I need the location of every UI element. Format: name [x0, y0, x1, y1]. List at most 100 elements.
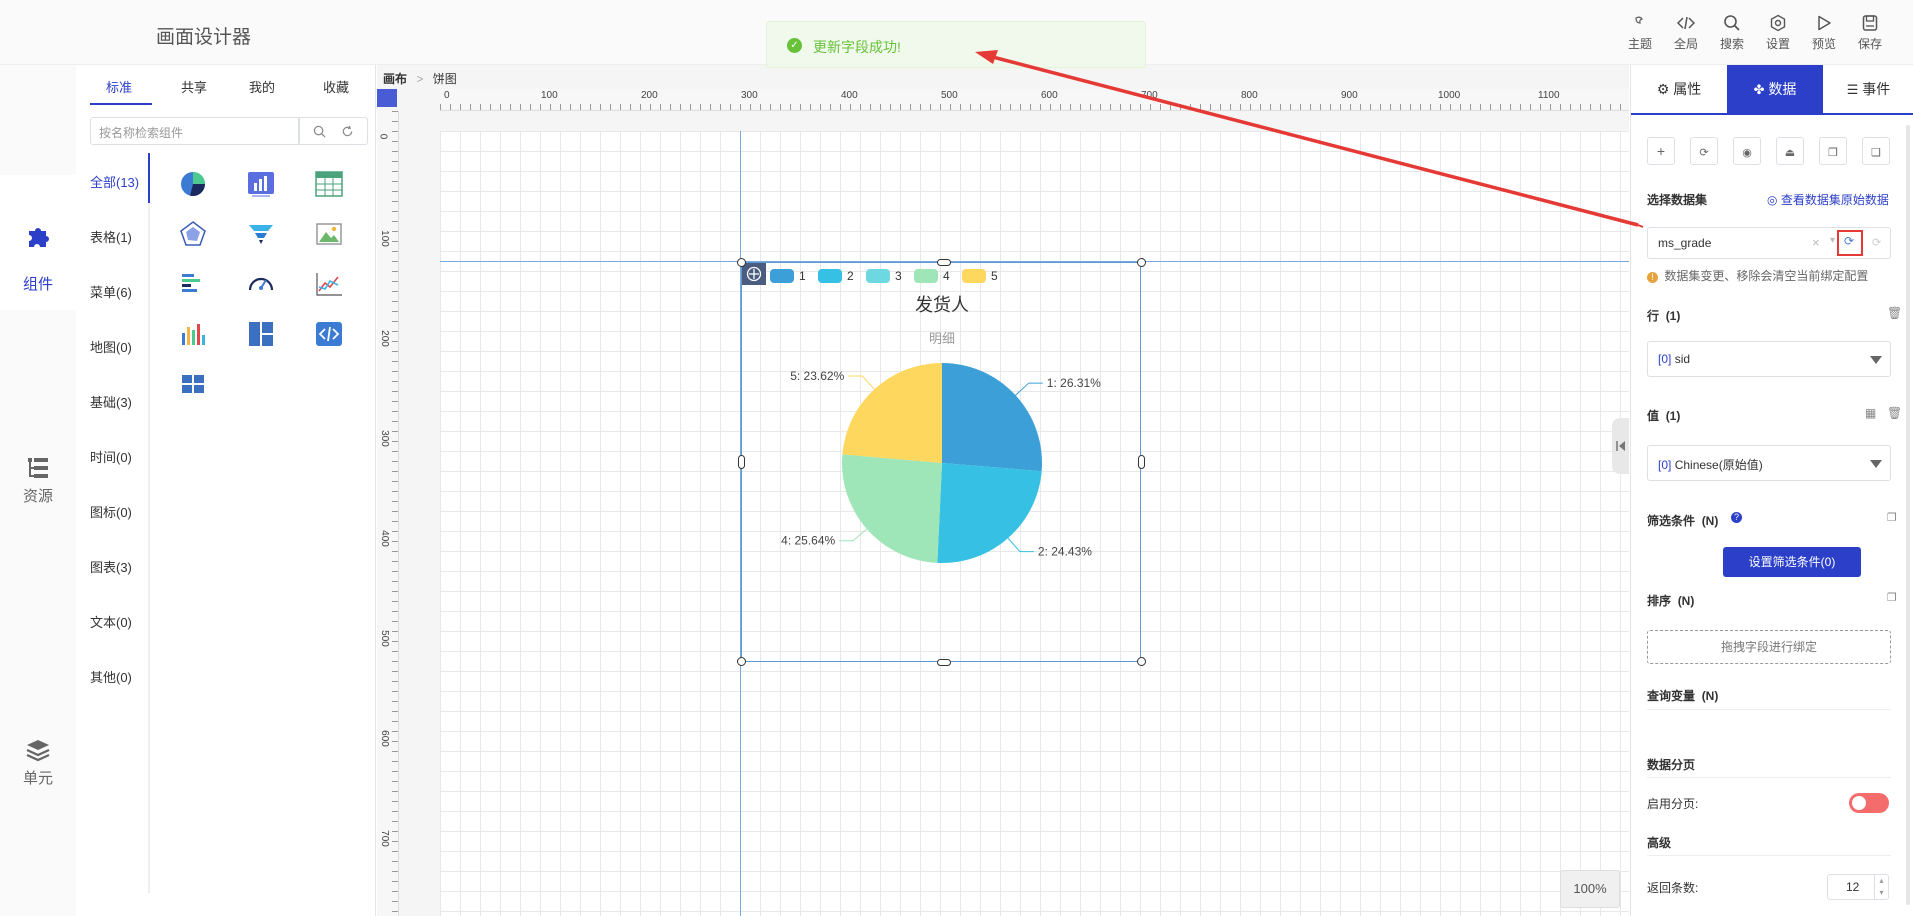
refresh-button[interactable]: ⟳ — [1690, 137, 1718, 165]
nav-units-label: 单元 — [22, 770, 53, 787]
tab-properties[interactable]: ⚙ 属性 — [1631, 65, 1727, 113]
search-button[interactable]: 搜索 — [1712, 14, 1752, 52]
tab-favorites[interactable]: 收藏 — [323, 77, 349, 96]
legend-swatch — [866, 269, 890, 283]
resize-handle-s[interactable] — [937, 659, 951, 666]
category-other[interactable]: 其他(0) — [90, 667, 132, 686]
category-time[interactable]: 时间(0) — [90, 447, 132, 466]
funnel-chart-icon[interactable] — [246, 219, 276, 249]
save-button[interactable]: 保存 — [1850, 14, 1890, 52]
value-field-select[interactable]: [0] Chinese(原始值) — [1647, 445, 1891, 481]
set-filter-button[interactable]: 设置筛选条件(0) — [1723, 547, 1861, 577]
field-drop-zone[interactable]: 拖拽字段进行绑定 — [1647, 630, 1891, 664]
enable-paging-toggle[interactable] — [1849, 793, 1889, 813]
table-icon[interactable] — [314, 169, 344, 199]
column-chart-icon[interactable] — [178, 319, 208, 349]
help-icon[interactable]: ? — [1731, 512, 1742, 523]
scrollbar[interactable] — [1906, 125, 1910, 905]
tab-events[interactable]: ☰ 事件 — [1823, 65, 1913, 113]
breadcrumb-canvas[interactable]: 画布 — [383, 72, 407, 86]
upload-button[interactable]: ⏏ — [1776, 137, 1804, 165]
theme-button[interactable]: 主题 — [1620, 14, 1660, 52]
resize-handle-sw[interactable] — [737, 657, 746, 666]
pie-data-label: 4: 25.64% — [781, 534, 835, 548]
breadcrumb: 画布 > 饼图 — [383, 70, 457, 87]
trash-icon[interactable]: 🗑 — [1887, 406, 1902, 420]
copy-icon[interactable]: ❐ — [1887, 511, 1897, 524]
nav-resources-label: 资源 — [22, 488, 53, 505]
collapse-panel-button[interactable] — [1612, 418, 1629, 474]
settings-button[interactable]: 设置 — [1758, 14, 1798, 52]
tab-standard[interactable]: 标准 — [106, 77, 132, 96]
gauge-icon[interactable] — [246, 269, 276, 299]
refresh-icon[interactable] — [341, 125, 354, 138]
horizontal-bar-icon[interactable] — [178, 269, 208, 299]
resize-handle-ne[interactable] — [1137, 258, 1146, 267]
zoom-level[interactable]: 100% — [1560, 870, 1620, 908]
resize-handle-n[interactable] — [937, 259, 951, 266]
warning-icon: ! — [1647, 272, 1658, 283]
ruler-v-label: 400 — [378, 530, 390, 547]
save-label: 保存 — [1857, 37, 1882, 51]
paste-button[interactable]: ❏ — [1862, 137, 1890, 165]
category-divider — [148, 153, 150, 893]
legend-swatch — [962, 269, 986, 283]
resize-handle-e[interactable] — [1138, 455, 1145, 469]
image-icon[interactable] — [314, 219, 344, 249]
bar-chart-icon[interactable] — [246, 169, 276, 199]
value-label: 值 (1) — [1647, 407, 1680, 424]
refresh-dataset-button[interactable]: ⟳ — [1837, 230, 1863, 256]
copy-button[interactable]: ❐ — [1819, 137, 1847, 165]
tab-shared[interactable]: 共享 — [181, 77, 207, 96]
nav-components[interactable]: 组件 — [0, 175, 76, 310]
nav-units[interactable]: 单元 — [0, 737, 76, 797]
filter-label-text: 筛选条件 — [1647, 514, 1696, 528]
pie-chart-icon[interactable] — [178, 169, 208, 199]
return-count-input[interactable]: 12 ▴ ▾ — [1827, 874, 1889, 900]
ruler-corner — [377, 89, 397, 107]
line-chart-icon[interactable] — [314, 269, 344, 299]
trash-icon[interactable]: 🗑 — [1887, 306, 1902, 320]
selected-pie-component[interactable]: 1 2 3 4 5 发货人 明细 1: 26.31% 2: 24.43% 4: 25.64% 5: … — [741, 262, 1141, 662]
preview-data-button[interactable]: ◉ — [1733, 137, 1761, 165]
layout-grid-icon[interactable] — [246, 319, 276, 349]
category-basic[interactable]: 基础(3) — [90, 392, 132, 411]
ruler-h-label: 800 — [1241, 90, 1258, 101]
preview-button[interactable]: 预览 — [1804, 14, 1844, 52]
chevron-down-icon[interactable]: ▾ — [1830, 235, 1835, 246]
nav-resources[interactable]: 资源 — [0, 455, 76, 515]
category-table[interactable]: 表格(1) — [90, 227, 132, 246]
resize-handle-se[interactable] — [1137, 657, 1146, 666]
tab-mine[interactable]: 我的 — [249, 77, 275, 96]
category-text[interactable]: 文本(0) — [90, 612, 132, 631]
dataset-value: ms_grade — [1658, 236, 1712, 250]
dashboard-layout-icon[interactable] — [178, 369, 208, 399]
tab-data[interactable]: ✤ 数据 — [1727, 65, 1823, 113]
category-icon[interactable]: 图标(0) — [90, 502, 132, 521]
breadcrumb-pie[interactable]: 饼图 — [433, 72, 457, 86]
resize-handle-w[interactable] — [738, 455, 745, 469]
category-menu[interactable]: 菜单(6) — [90, 282, 132, 301]
return-count-value: 12 — [1846, 880, 1860, 894]
code-icon — [1677, 16, 1695, 30]
refresh-icon[interactable]: ⟳ — [1872, 236, 1881, 249]
category-all[interactable]: 全部(13) — [90, 172, 139, 191]
view-raw-data-link[interactable]: ◎ 查看数据集原始数据 — [1767, 191, 1889, 208]
clear-icon[interactable]: × — [1812, 235, 1820, 250]
resize-handle-nw[interactable] — [737, 258, 746, 267]
global-button[interactable]: 全局 — [1666, 14, 1706, 52]
ruler-h-label: 1000 — [1438, 90, 1461, 101]
code-embed-icon[interactable] — [314, 319, 344, 349]
radar-chart-icon[interactable] — [178, 219, 208, 249]
value-label-text: 值 — [1647, 409, 1660, 423]
search-icon[interactable] — [313, 125, 326, 138]
category-map[interactable]: 地图(0) — [90, 337, 132, 356]
row-field-select[interactable]: [0] sid — [1647, 341, 1891, 377]
gear-icon — [1770, 14, 1786, 32]
component-search-input[interactable]: 按名称检索组件 — [90, 117, 300, 145]
add-button[interactable]: + — [1647, 137, 1675, 165]
category-chart[interactable]: 图表(3) — [90, 557, 132, 576]
copy-icon[interactable]: ❐ — [1887, 591, 1897, 604]
stepper-arrows-icon[interactable]: ▴ ▾ — [1874, 875, 1888, 899]
calculator-icon[interactable]: ▦ — [1865, 406, 1876, 420]
